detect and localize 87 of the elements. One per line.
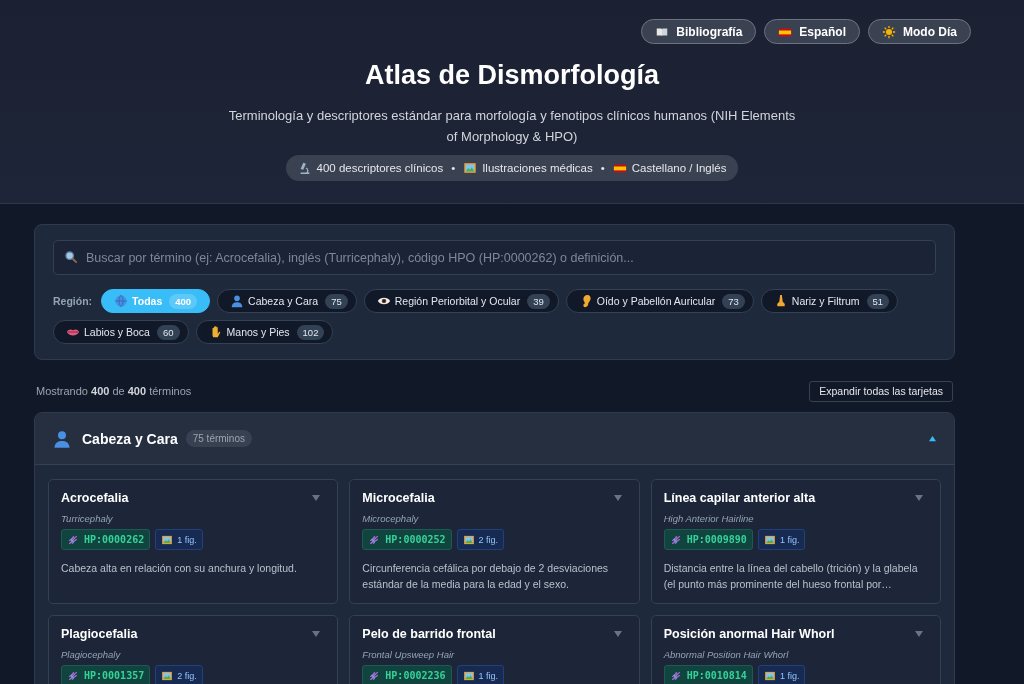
separator-dot: • (451, 162, 456, 174)
term-card[interactable]: Acrocefalia Turricephaly HP:0000262 1 fig. Cabeza alta en relación con su anchura y longitud. (48, 479, 339, 604)
english-term: High Anterior Hairline (663, 513, 755, 524)
stat-text: 400 descriptores clínicos (316, 162, 444, 174)
picture-icon (462, 669, 475, 682)
term-definition: Cabeza alta en relación con su anchura y longitud. (61, 561, 298, 576)
person-icon (52, 428, 72, 449)
picture-icon (161, 669, 174, 682)
person-icon (230, 294, 245, 308)
term-definition: Distancia entre la línea del cabello (trición) y la glabela (el punto más prominente del hueso frontal por… (663, 561, 919, 592)
expand-caret-icon[interactable] (612, 494, 623, 502)
figure-count-tag: 1 fig. (456, 665, 505, 684)
count-badge: 60 (156, 324, 180, 340)
hpo-code-tag: HP:0000252 (362, 529, 452, 550)
picture-icon (161, 533, 174, 546)
nav-button[interactable]: Bibliografía (641, 19, 757, 44)
term-name: Pelo de barrido frontal (362, 627, 496, 641)
figure-count-tag: 1 fig. (155, 529, 203, 550)
filter-label: Región: (53, 295, 93, 307)
nav-button[interactable]: Modo Día (868, 19, 971, 44)
term-card[interactable]: Posición anormal Hair Whorl Abnormal Position Hair Whorl HP:0010814 1 fig. (650, 615, 941, 684)
english-term: Microcephaly (362, 513, 420, 524)
dna-icon (67, 669, 79, 682)
count-badge: 102 (296, 324, 325, 340)
expand-caret-icon[interactable] (914, 630, 924, 638)
search-field[interactable]: Buscar por término (ej: Acrocefalia), inglés (Turricephaly), código HPO (HP:0000262) o definición... (53, 240, 936, 275)
english-term: Turricephaly (61, 513, 114, 524)
page-title: Atlas de Dismorfología (363, 60, 659, 91)
expand-caret-icon[interactable] (612, 630, 623, 638)
hpo-code-tag: HP:0010814 (663, 665, 753, 684)
figure-count-tag: 1 fig. (757, 529, 806, 550)
section-title: Cabeza y Cara (82, 430, 178, 447)
expand-caret-icon[interactable] (914, 494, 924, 502)
count-badge: 400 (169, 293, 198, 309)
term-card[interactable]: Pelo de barrido frontal Frontal Upsweep Hair HP:0002236 1 fig. (349, 615, 640, 684)
filter-chip[interactable]: Manos y Pies 102 (195, 320, 334, 344)
section-header[interactable]: Cabeza y Cara 75 términos (35, 413, 954, 465)
hpo-code-tag: HP:0000262 (61, 529, 151, 550)
sun-icon (882, 24, 896, 39)
count-badge: 73 (722, 293, 745, 309)
count-badge: 39 (527, 293, 550, 309)
english-term: Abnormal Position Hair Whorl (663, 649, 790, 660)
expand-all-button[interactable]: Expandir todas las tarjetas (809, 380, 953, 402)
separator-dot: • (600, 162, 605, 174)
dna-icon (669, 533, 682, 546)
term-card[interactable]: Plagiocefalia Plagiocephaly HP:0001357 2 fig. (48, 615, 339, 684)
filter-chip[interactable]: Labios y Boca 60 (53, 320, 189, 344)
figure-count-tag: 2 fig. (456, 529, 505, 550)
stat-text: Ilustraciones médicas (482, 162, 593, 174)
hpo-code-tag: HP:0009890 (663, 529, 753, 550)
term-count-badge: 75 términos (185, 430, 252, 447)
results-summary: Mostrando 400 de 400 términos (36, 385, 192, 397)
expand-caret-icon[interactable] (311, 494, 322, 502)
picture-icon (763, 533, 776, 546)
term-name: Posición anormal Hair Whorl (663, 627, 835, 641)
stat-text: Castellano / Inglés (631, 162, 727, 174)
collapse-caret-icon[interactable] (928, 435, 937, 442)
expand-caret-icon[interactable] (311, 630, 322, 638)
filter-chip[interactable]: Nariz y Filtrum 51 (760, 289, 899, 313)
figure-count-tag: 1 fig. (757, 665, 806, 684)
nav-button[interactable]: Español (764, 19, 860, 44)
dna-icon (368, 533, 381, 546)
count-badge: 51 (866, 293, 890, 309)
term-name: Plagiocefalia (61, 627, 138, 641)
globe-icon (114, 294, 129, 308)
filter-chip[interactable]: Región Periorbital y Ocular 39 (363, 289, 559, 313)
filter-chip[interactable]: Oído y Pabellón Auricular 73 (565, 289, 754, 313)
filter-chip[interactable]: Cabeza y Cara 75 (217, 289, 357, 313)
picture-icon (462, 533, 475, 546)
term-name: Acrocefalia (61, 491, 129, 505)
figure-count-tag: 2 fig. (155, 665, 203, 684)
dna-icon (669, 669, 682, 682)
count-badge: 75 (325, 293, 348, 309)
dna-icon (67, 533, 79, 546)
term-card[interactable]: Línea capilar anterior alta High Anterior Hairline HP:0009890 1 fig. Distancia entre la línea del cabello (trición) y la glabela (el punto más prominente del hueso frontal por… (650, 479, 941, 604)
hpo-code-tag: HP:0001357 (61, 665, 151, 684)
picture-icon (763, 669, 776, 682)
term-name: Línea capilar anterior alta (663, 491, 816, 505)
dna-icon (368, 669, 381, 682)
term-card[interactable]: Microcefalia Microcephaly HP:0000252 2 fig. Circunferencia cefálica por debajo de 2 desviaciones estándar de la media para la edad y el sexo. (349, 479, 640, 604)
term-name: Microcefalia (362, 491, 435, 505)
page-subtitle: Terminología y descriptores estándar para morfología y fenotipos clínicos humanos (NIH Elements of Morphology & HPO) (227, 107, 797, 146)
hpo-code-tag: HP:0002236 (362, 665, 452, 684)
term-definition: Circunferencia cefálica por debajo de 2 desviaciones estándar de la media para la edad y el sexo. (362, 561, 610, 592)
english-term: Plagiocephaly (61, 649, 122, 660)
picture-icon (463, 161, 478, 175)
english-term: Frontal Upsweep Hair (362, 649, 456, 660)
